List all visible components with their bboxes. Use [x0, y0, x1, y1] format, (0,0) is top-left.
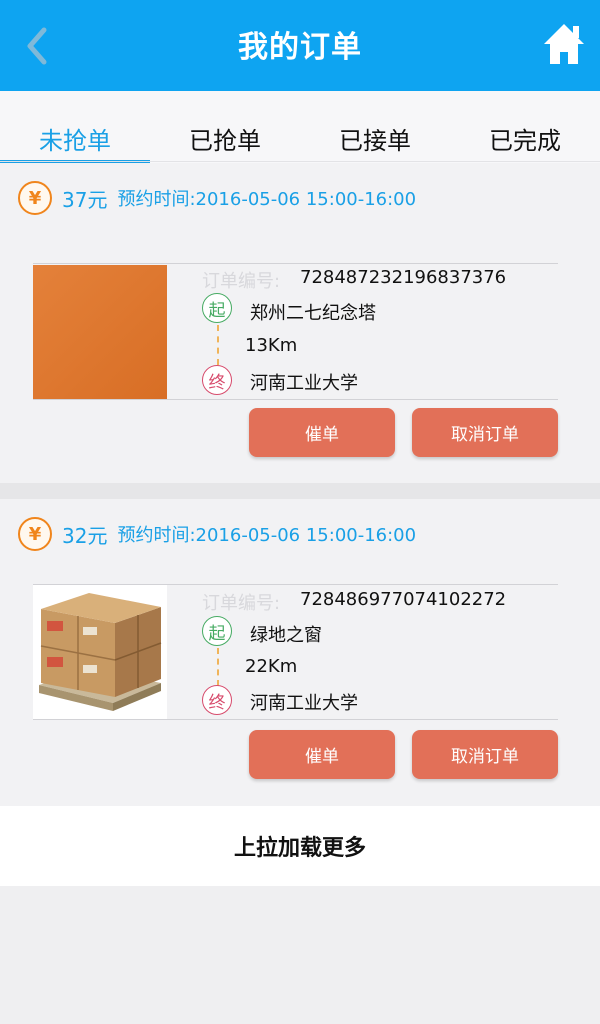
urge-order-button[interactable]: 催单 [249, 730, 395, 779]
end-location: 河南工业大学 [250, 373, 358, 394]
yen-icon: ¥ [18, 517, 52, 551]
route-dashed-line [217, 648, 219, 686]
start-location: 郑州二七纪念塔 [250, 303, 376, 324]
home-icon [544, 24, 584, 64]
order-thumbnail [33, 585, 167, 719]
end-location: 河南工业大学 [250, 693, 358, 714]
end-badge-icon: 终 [202, 685, 232, 715]
order-price: 32元 [62, 523, 108, 548]
tab-unclaimed[interactable]: 未抢单 [0, 91, 150, 163]
start-badge-icon: 起 [202, 616, 232, 646]
order-thumbnail [33, 265, 167, 399]
card-top-rule [33, 584, 558, 585]
start-location: 绿地之窗 [250, 625, 322, 646]
order-card: ¥ 32元 预约时间:2016-05-06 15:00-16:00 订单编号: … [0, 499, 600, 806]
card-bottom-rule [33, 399, 558, 400]
order-status-tabs: 未抢单 已抢单 已接单 已完成 [0, 91, 600, 163]
start-badge-icon: 起 [202, 293, 232, 323]
card-top-rule [33, 263, 558, 264]
cancel-order-button[interactable]: 取消订单 [412, 730, 558, 779]
card-separator [0, 483, 600, 499]
tab-accepted[interactable]: 已接单 [300, 91, 450, 163]
tab-completed[interactable]: 已完成 [450, 91, 600, 163]
order-number: 728487232196837376 [300, 267, 507, 288]
tabs-divider [0, 161, 600, 162]
appointment-time: 预约时间:2016-05-06 15:00-16:00 [117, 525, 417, 546]
route-distance: 22Km [245, 656, 298, 677]
price-row: ¥ 32元 预约时间:2016-05-06 15:00-16:00 [18, 517, 416, 551]
urge-order-button[interactable]: 催单 [249, 408, 395, 457]
card-bottom-rule [33, 719, 558, 720]
order-price: 37元 [62, 187, 108, 212]
yen-icon: ¥ [18, 181, 52, 215]
order-number-label: 订单编号: [202, 271, 281, 292]
price-row: ¥ 37元 预约时间:2016-05-06 15:00-16:00 [18, 181, 416, 215]
order-number: 728486977074102272 [300, 589, 507, 610]
order-number-label: 订单编号: [202, 593, 281, 614]
page-title: 我的订单 [238, 30, 362, 65]
route-dashed-line [217, 325, 219, 365]
order-card: ¥ 37元 预约时间:2016-05-06 15:00-16:00 订单编号: … [0, 163, 600, 483]
cancel-order-button[interactable]: 取消订单 [412, 408, 558, 457]
load-more-button[interactable]: 上拉加载更多 [0, 806, 600, 886]
home-button[interactable] [542, 20, 586, 68]
route-distance: 13Km [245, 335, 298, 356]
end-badge-icon: 终 [202, 365, 232, 395]
orange-placeholder-image [33, 265, 167, 399]
appointment-time: 预约时间:2016-05-06 15:00-16:00 [117, 189, 417, 210]
app-header: 我的订单 [0, 0, 600, 91]
cardboard-boxes-on-pallet-image [33, 585, 167, 719]
tab-claimed[interactable]: 已抢单 [150, 91, 300, 163]
